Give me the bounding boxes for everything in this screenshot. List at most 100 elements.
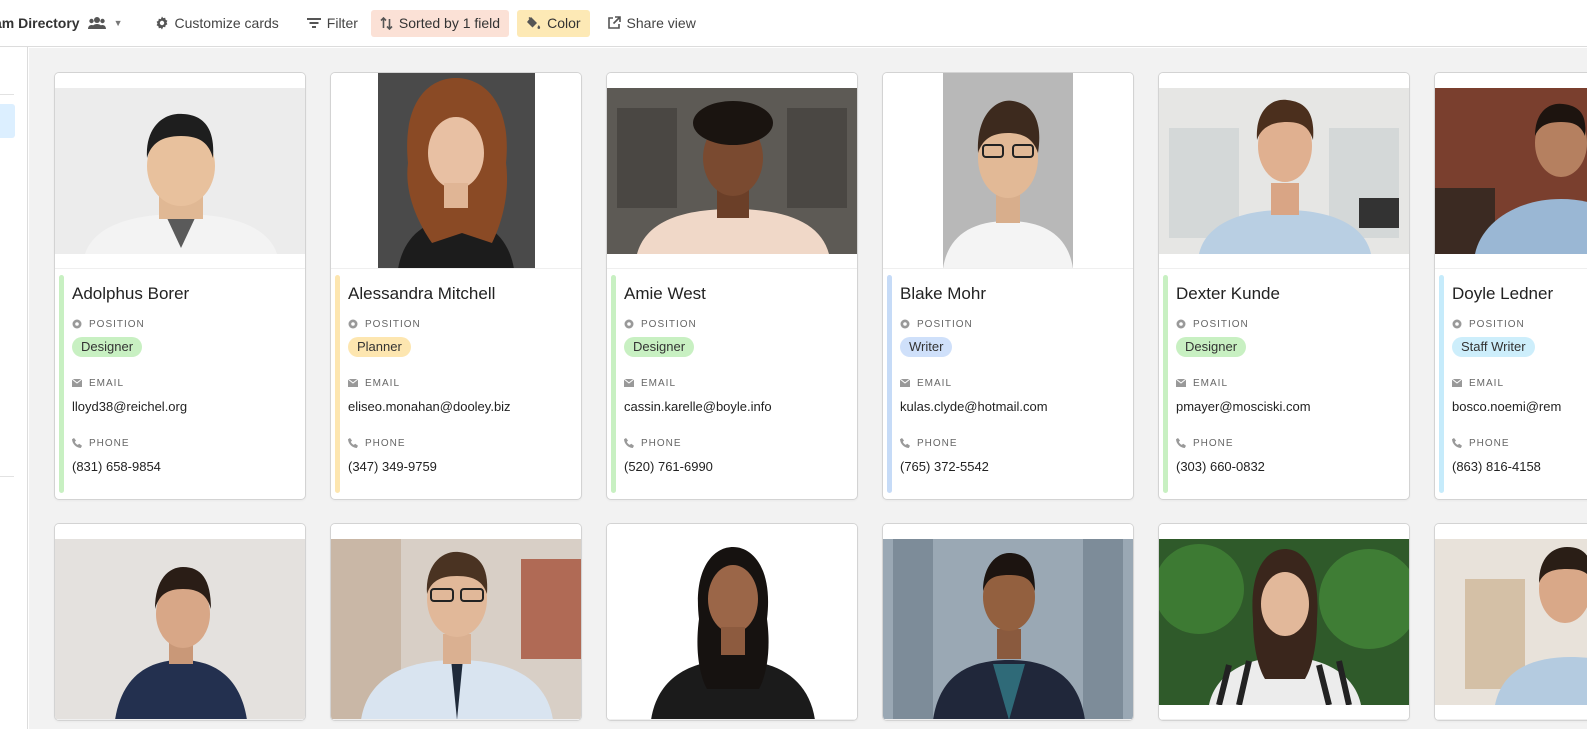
card-name: Amie West [624,284,706,303]
record-card[interactable] [54,523,306,721]
phone-value: (303) 660-0832 [1176,459,1265,474]
position-field-label: POSITION [1176,317,1399,331]
position-field-label: POSITION [72,317,295,331]
position-field-label: POSITION [624,317,847,331]
card-photo [1435,524,1587,720]
sidebar-divider [0,94,14,95]
portrait-photo [55,539,305,719]
sort-arrows-icon [380,16,393,30]
phone-field-label: PHONE [1176,436,1399,450]
sidebar-divider [0,476,14,477]
position-field-label: POSITION [900,317,1123,331]
position-tag: Designer [72,337,143,357]
gallery-grid: Adolphus Borer POSITION Designer EMAIL l… [29,48,1587,729]
phone-field-label: PHONE [1452,436,1587,450]
card-color-accent [887,275,892,493]
card-photo [883,524,1133,720]
phone-field-label: PHONE [348,436,571,450]
card-photo [607,73,857,269]
card-color-accent [335,275,340,493]
color-button[interactable]: Color [517,9,590,37]
card-photo [331,524,581,720]
phone-icon [900,438,911,448]
filter-button[interactable]: Filter [298,10,367,37]
email-value: cassin.karelle@boyle.info [624,399,772,414]
position-field-label: POSITION [348,317,571,331]
portrait-photo [331,539,581,719]
card-name: Doyle Ledner [1452,284,1554,303]
envelope-icon [900,379,911,387]
record-card[interactable]: Blake Mohr POSITION Writer EMAIL kulas.c… [882,72,1134,500]
customize-cards-label: Customize cards [174,15,279,31]
position-icon [1176,319,1187,329]
record-card[interactable]: Alessandra Mitchell POSITION Planner EMA… [330,72,582,500]
phone-icon [1176,438,1187,448]
sidebar-item-active[interactable] [0,104,15,138]
position-tag: Writer [900,337,953,357]
phone-icon [348,438,359,448]
position-tag: Designer [1176,337,1247,357]
phone-icon [1452,438,1463,448]
record-card[interactable] [330,523,582,721]
card-photo [55,524,305,720]
envelope-icon [1452,379,1463,387]
position-tag: Staff Writer [1452,337,1535,357]
email-value: lloyd38@reichel.org [72,399,188,414]
phone-icon [624,438,635,448]
customize-cards-button[interactable]: Customize cards [146,10,288,37]
paint-bucket-icon [526,16,541,30]
portrait-photo [607,539,857,719]
email-field-label: EMAIL [624,376,847,390]
filter-label: Filter [326,15,358,31]
portrait-photo [1435,88,1587,254]
card-photo [1159,73,1409,269]
portrait-photo [1159,88,1409,254]
phone-value: (831) 658-9854 [72,459,161,474]
envelope-icon [1176,379,1187,387]
card-photo [1435,73,1587,269]
phone-value: (347) 349-9759 [348,459,437,474]
record-card[interactable] [1434,523,1587,721]
chevron-down-icon: ▼ [113,18,123,28]
record-card[interactable]: Amie West POSITION Designer EMAIL cassin… [606,72,858,500]
record-card[interactable] [1158,523,1410,721]
card-photo [1159,524,1409,720]
portrait-photo [55,88,305,254]
envelope-icon [348,379,359,387]
record-card[interactable]: Doyle Ledner POSITION Staff Writer EMAIL… [1434,72,1587,500]
portrait-photo [1435,539,1587,705]
phone-field-label: PHONE [900,436,1123,450]
card-photo [55,73,305,269]
position-tag: Planner [348,337,411,357]
view-switcher[interactable]: am Directory ▼ [0,10,132,37]
left-sidebar [0,47,28,729]
record-card[interactable]: Adolphus Borer POSITION Designer EMAIL l… [54,72,306,500]
users-icon [87,16,106,30]
card-photo [331,73,581,269]
position-icon [900,319,911,329]
email-field-label: EMAIL [1176,376,1399,390]
phone-field-label: PHONE [624,436,847,450]
position-icon [1452,319,1463,329]
record-card[interactable] [882,523,1134,721]
position-icon [348,319,359,329]
card-color-accent [611,275,616,493]
portrait-photo [883,539,1133,719]
email-value: eliseo.monahan@dooley.biz [348,399,511,414]
email-value: kulas.clyde@hotmail.com [900,399,1048,414]
color-label: Color [547,15,581,31]
card-photo [607,524,857,720]
position-field-label: POSITION [1452,317,1587,331]
share-view-label: Share view [626,15,696,31]
phone-value: (863) 816-4158 [1452,459,1541,474]
email-field-label: EMAIL [348,376,571,390]
phone-value: (765) 372-5542 [900,459,989,474]
view-title: am Directory [0,15,80,31]
sort-button[interactable]: Sorted by 1 field [370,9,510,37]
record-card[interactable]: Dexter Kunde POSITION Designer EMAIL pma… [1158,72,1410,500]
record-card[interactable] [606,523,858,721]
view-toolbar: am Directory ▼ Customize cards Filter So… [0,0,1587,47]
portrait-photo [1159,539,1409,705]
share-view-button[interactable]: Share view [598,10,705,37]
filter-icon [306,17,321,29]
